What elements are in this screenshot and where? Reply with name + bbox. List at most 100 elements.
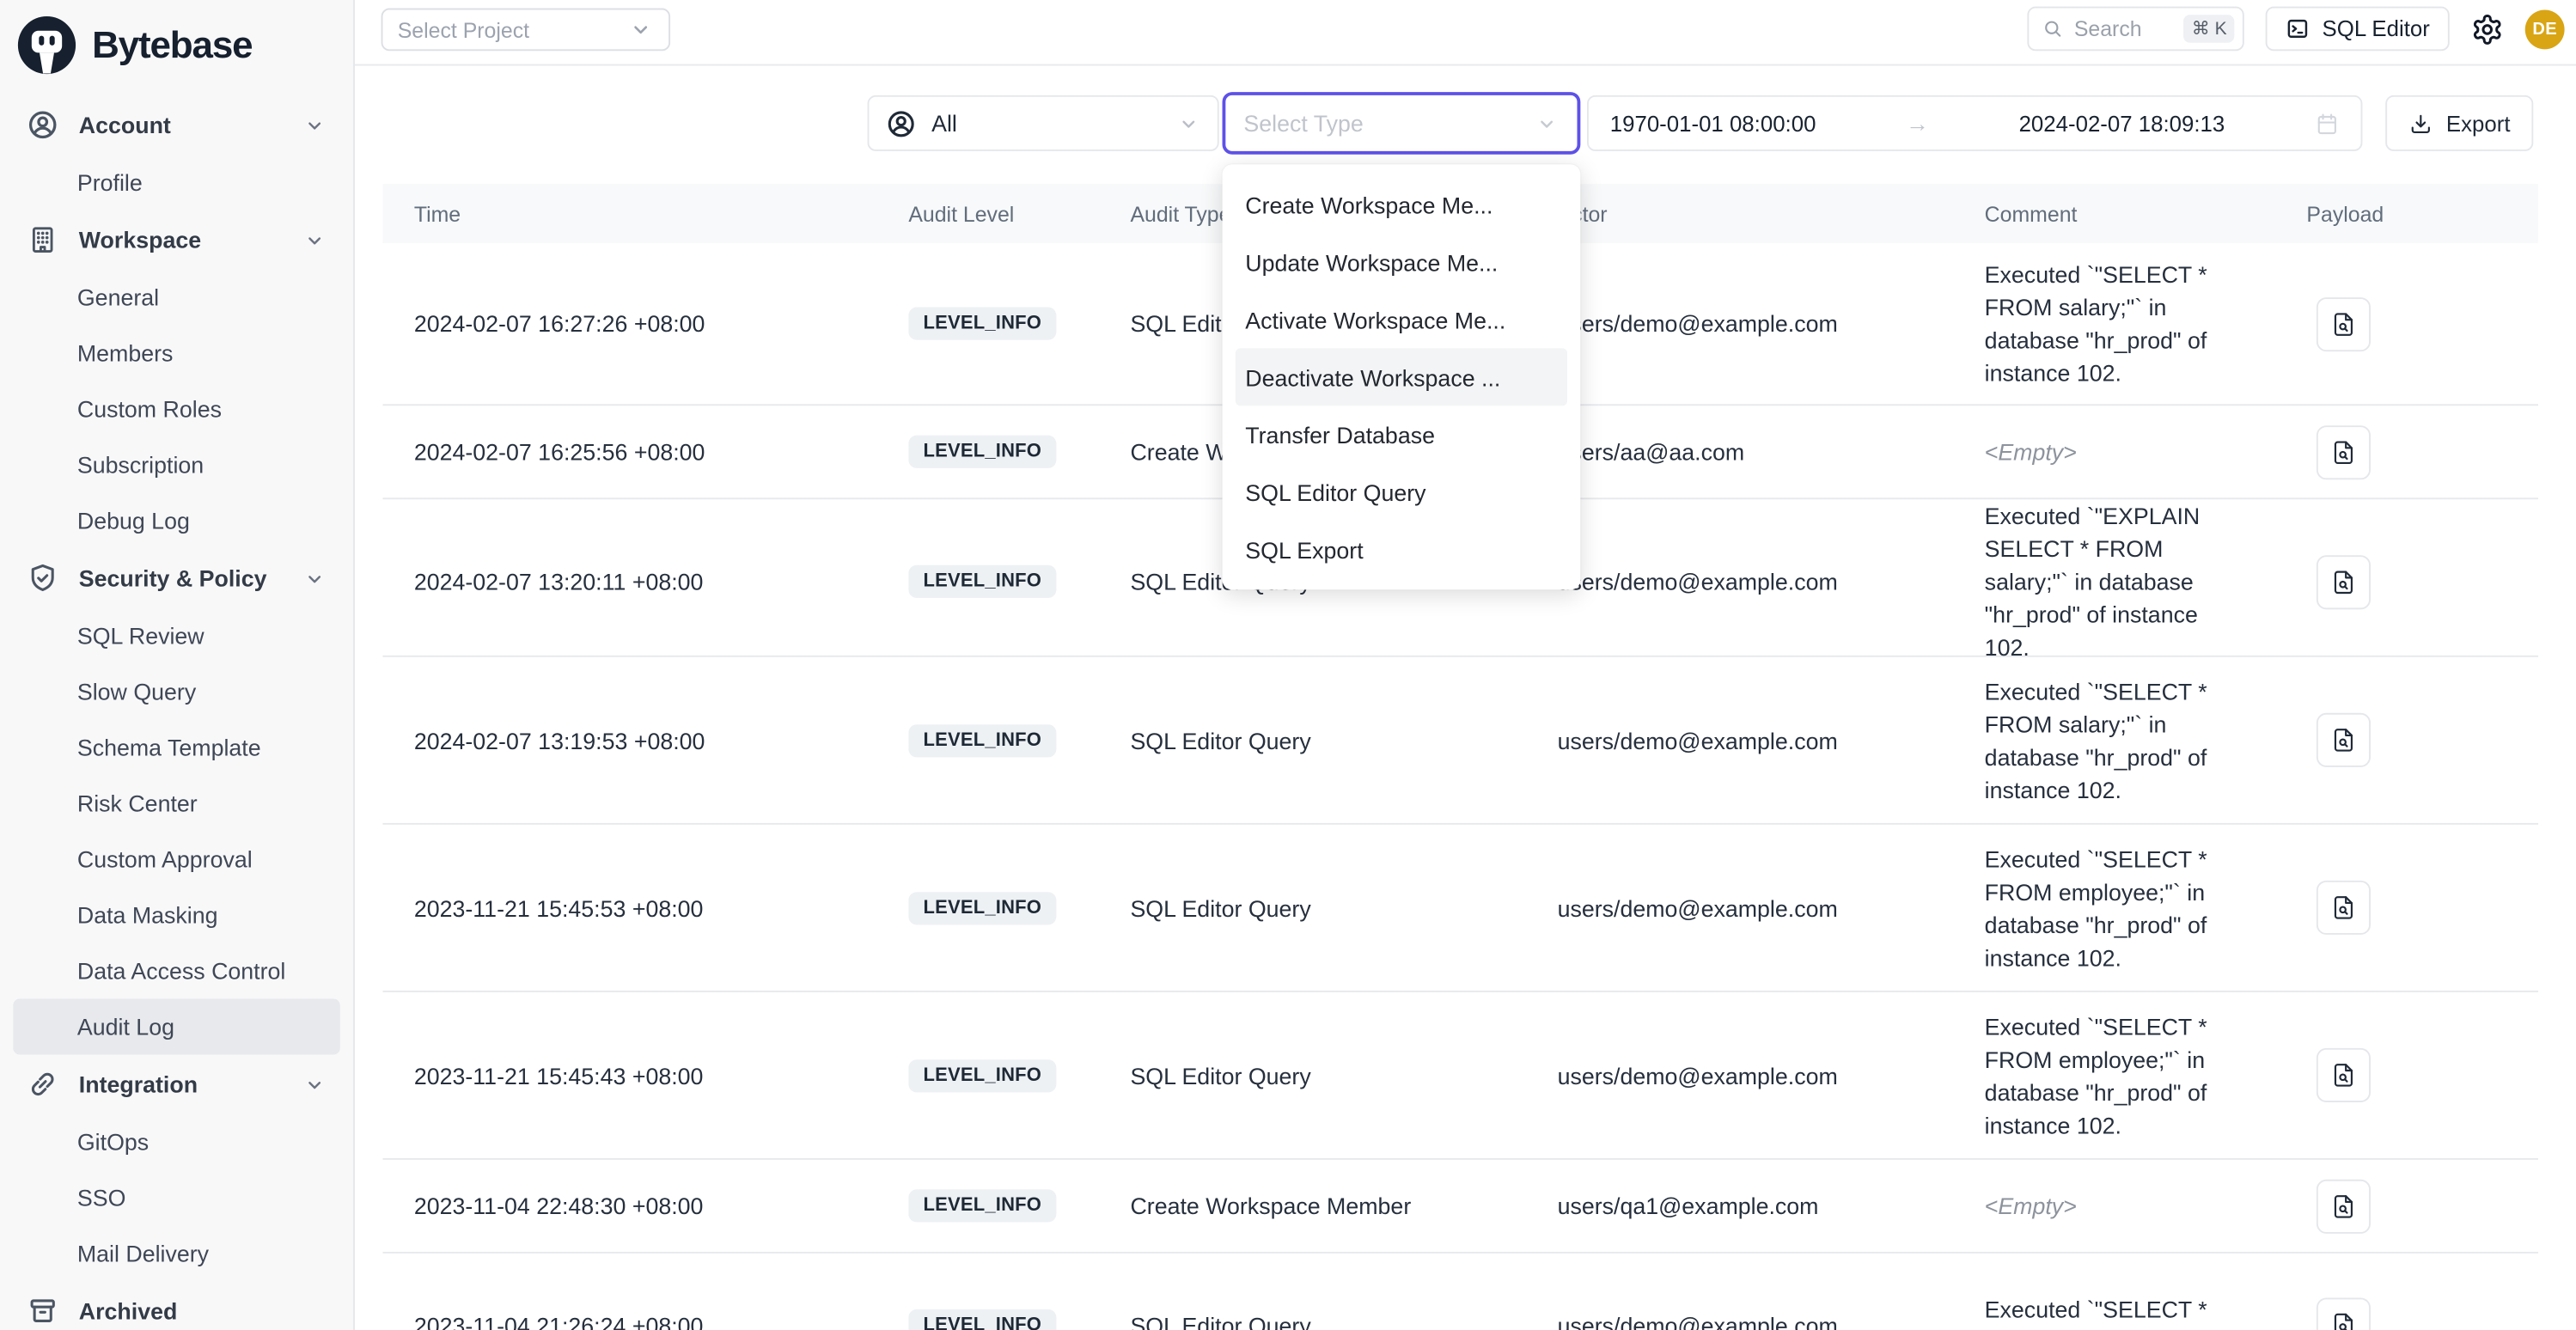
view-payload-button[interactable] (2317, 881, 2371, 935)
chevron-down-icon (302, 1072, 327, 1097)
column-header-time: Time (382, 201, 908, 226)
sidebar-section-security-policy[interactable]: Security & Policy (0, 549, 353, 608)
user-circle-icon (27, 108, 59, 141)
cell-comment: <Empty> (1985, 436, 2284, 468)
app-window: Bytebase AccountProfileWorkspaceGeneralM… (0, 0, 2576, 1330)
project-selector[interactable]: Select Project (382, 9, 671, 52)
sidebar-item-custom-roles[interactable]: Custom Roles (0, 381, 353, 437)
export-button[interactable]: Export (2385, 95, 2533, 151)
dropdown-option-deactivate-workspace[interactable]: Deactivate Workspace ... (1236, 348, 1567, 406)
brand-logo[interactable]: Bytebase (0, 0, 353, 85)
dropdown-option-create-workspace-me[interactable]: Create Workspace Me... (1223, 176, 1581, 234)
cell-audit-level: LEVEL_INFO (908, 565, 1130, 598)
cell-audit-level: LEVEL_INFO (908, 891, 1130, 924)
avatar[interactable]: DE (2525, 9, 2565, 49)
sidebar-item-profile[interactable]: Profile (0, 155, 353, 210)
sidebar-section-label: Workspace (79, 227, 283, 253)
cell-actor: users/demo@example.com (1558, 310, 1985, 337)
view-payload-button[interactable] (2317, 1048, 2371, 1102)
download-icon (2408, 111, 2433, 136)
sql-editor-button[interactable]: SQL Editor (2267, 7, 2450, 52)
chevron-down-icon (627, 16, 654, 43)
sidebar-item-custom-approval[interactable]: Custom Approval (0, 831, 353, 887)
sidebar-section-label: Archived (79, 1297, 327, 1324)
view-payload-button[interactable] (2317, 713, 2371, 767)
cell-time: 2024-02-07 16:27:26 +08:00 (382, 310, 908, 337)
topbar: Select Project Search ⌘ K SQL Editor DE (355, 0, 2576, 65)
search-placeholder: Search (2074, 16, 2174, 41)
file-search-icon (2329, 568, 2358, 596)
sql-editor-label: SQL Editor (2323, 16, 2430, 41)
cell-payload (2284, 1048, 2538, 1102)
table-row: 2023-11-04 22:48:30 +08:00LEVEL_INFOCrea… (382, 1160, 2538, 1254)
cell-comment: Executed `"SELECT * FROM salary;"` in da… (1985, 258, 2284, 389)
cell-actor: users/aa@aa.com (1558, 439, 1985, 466)
file-search-icon (2329, 1061, 2358, 1089)
table-row: 2023-11-21 15:45:43 +08:00LEVEL_INFOSQL … (382, 992, 2538, 1160)
level-badge: LEVEL_INFO (908, 1309, 1056, 1330)
dropdown-option-update-workspace-me[interactable]: Update Workspace Me... (1223, 234, 1581, 291)
view-payload-button[interactable] (2317, 424, 2371, 479)
sidebar-item-gitops[interactable]: GitOps (0, 1113, 353, 1169)
cell-audit-level: LEVEL_INFO (908, 436, 1130, 468)
cell-audit-level: LEVEL_INFO (908, 723, 1130, 756)
view-payload-button[interactable] (2317, 1297, 2371, 1330)
cell-time: 2024-02-07 13:20:11 +08:00 (382, 569, 908, 595)
view-payload-button[interactable] (2317, 296, 2371, 351)
sidebar-item-general[interactable]: General (0, 270, 353, 326)
cell-payload (2284, 296, 2538, 351)
level-badge: LEVEL_INFO (908, 723, 1056, 756)
cell-audit-type: Create Workspace Member (1130, 1193, 1557, 1219)
export-label: Export (2446, 111, 2511, 136)
sidebar-item-data-access-control[interactable]: Data Access Control (0, 943, 353, 998)
cell-actor: users/demo@example.com (1558, 727, 1985, 753)
sidebar-section-account[interactable]: Account (0, 95, 353, 155)
view-payload-button[interactable] (2317, 554, 2371, 608)
date-from-value: 1970-01-01 08:00:00 (1610, 111, 1816, 136)
dropdown-option-transfer-database[interactable]: Transfer Database (1223, 406, 1581, 463)
column-header-comment: Comment (1985, 201, 2284, 226)
cell-time: 2023-11-21 15:45:43 +08:00 (382, 1062, 908, 1089)
search-icon (2042, 18, 2064, 40)
dropdown-option-sql-export[interactable]: SQL Export (1223, 521, 1581, 578)
table-row: 2024-02-07 13:19:53 +08:00LEVEL_INFOSQL … (382, 657, 2538, 825)
type-filter-select[interactable]: Select Type (1223, 92, 1581, 155)
sidebar-item-sql-review[interactable]: SQL Review (0, 607, 353, 663)
view-payload-button[interactable] (2317, 1179, 2371, 1233)
bytebase-robot-icon (16, 15, 77, 76)
sidebar-section-workspace[interactable]: Workspace (0, 210, 353, 270)
sidebar-item-schema-template[interactable]: Schema Template (0, 719, 353, 775)
dropdown-option-sql-editor-query[interactable]: SQL Editor Query (1223, 463, 1581, 521)
sidebar-item-audit-log[interactable]: Audit Log (13, 998, 339, 1054)
sidebar-item-risk-center[interactable]: Risk Center (0, 775, 353, 831)
sidebar-item-members[interactable]: Members (0, 326, 353, 381)
sidebar-section-integration[interactable]: Integration (0, 1054, 353, 1113)
cell-audit-level: LEVEL_INFO (908, 1189, 1130, 1222)
sidebar-item-sso[interactable]: SSO (0, 1169, 353, 1225)
chevron-down-icon (302, 566, 327, 591)
cell-audit-level: LEVEL_INFO (908, 308, 1130, 340)
sidebar-item-slow-query[interactable]: Slow Query (0, 663, 353, 719)
actor-filter-select[interactable]: All (868, 95, 1219, 151)
sidebar-section-archived[interactable]: Archived (0, 1281, 353, 1330)
cell-comment: Executed `"EXPLAIN SELECT * FROM salary;… (1985, 499, 2284, 663)
sidebar-item-mail-delivery[interactable]: Mail Delivery (0, 1225, 353, 1281)
cell-actor: users/demo@example.com (1558, 1312, 1985, 1330)
sidebar-item-debug-log[interactable]: Debug Log (0, 493, 353, 549)
cell-comment: Executed `"SELECT * FROM department;"` i… (1985, 1292, 2284, 1330)
file-search-icon (2329, 438, 2358, 467)
chevron-down-icon (1176, 111, 1201, 136)
project-selector-placeholder: Select Project (398, 17, 628, 42)
level-badge: LEVEL_INFO (908, 308, 1056, 340)
sidebar-item-subscription[interactable]: Subscription (0, 437, 353, 493)
cell-payload (2284, 713, 2538, 767)
cell-audit-level: LEVEL_INFO (908, 1059, 1130, 1091)
chevron-down-icon (302, 228, 327, 253)
search-input[interactable]: Search ⌘ K (2028, 7, 2244, 52)
cell-comment: Executed `"SELECT * FROM employee;"` in … (1985, 842, 2284, 973)
settings-button[interactable] (2471, 12, 2504, 45)
sidebar-item-data-masking[interactable]: Data Masking (0, 887, 353, 943)
dropdown-option-activate-workspace-me[interactable]: Activate Workspace Me... (1223, 290, 1581, 348)
date-range-picker[interactable]: 1970-01-01 08:00:00 → 2024-02-07 18:09:1… (1587, 95, 2362, 151)
cell-time: 2023-11-21 15:45:53 +08:00 (382, 894, 908, 921)
